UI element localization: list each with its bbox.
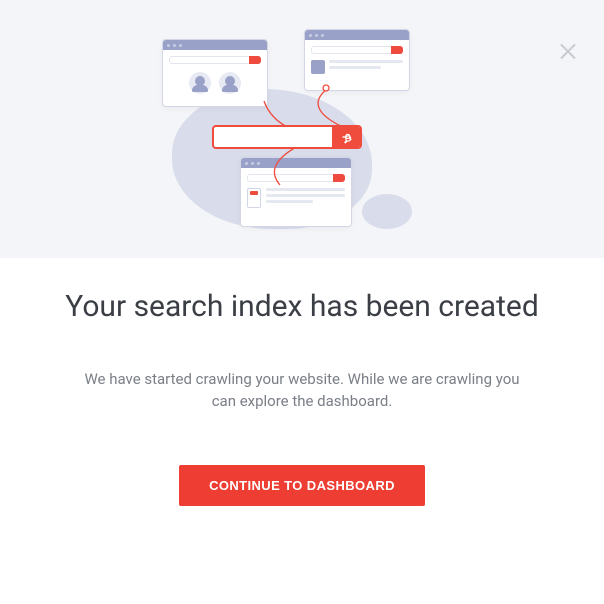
search-bar-illustration (212, 125, 362, 149)
close-icon[interactable] (556, 38, 580, 62)
continue-button[interactable]: CONTINUE TO DASHBOARD (179, 465, 425, 506)
window-list (240, 157, 352, 227)
window-users (162, 39, 268, 107)
search-icon (332, 127, 360, 147)
window-doc (304, 29, 410, 91)
avatar-icon (189, 72, 211, 94)
modal-body: Your search index has been created We ha… (0, 258, 604, 506)
avatar-icon (219, 72, 241, 94)
illustration (152, 29, 452, 249)
hero-section (0, 0, 604, 258)
modal-description: We have started crawling your website. W… (64, 368, 540, 413)
modal-title: Your search index has been created (64, 288, 540, 326)
